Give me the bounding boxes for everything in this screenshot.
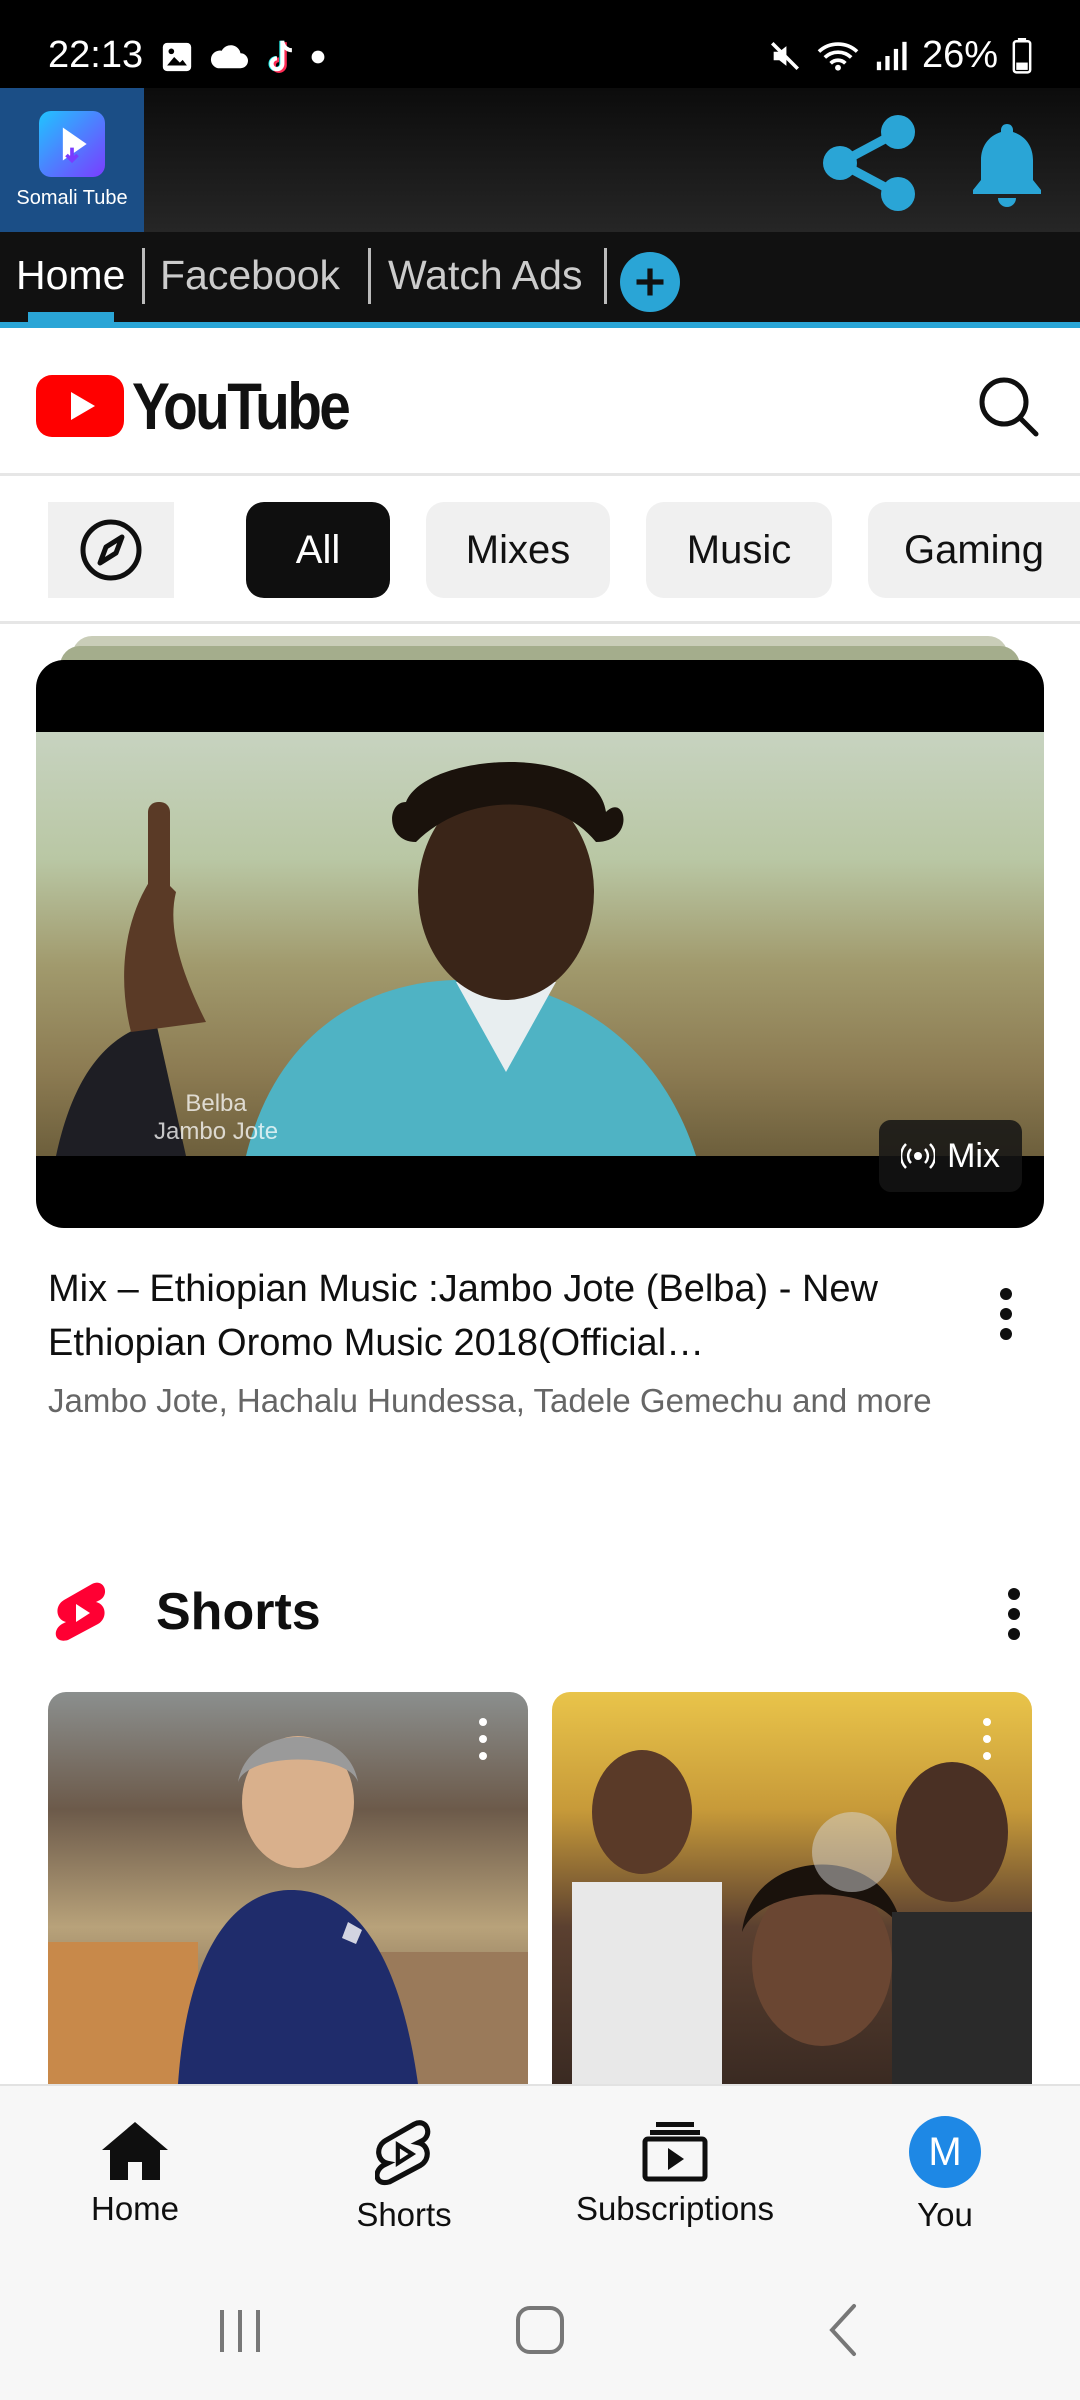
search-icon[interactable] (972, 370, 1044, 442)
shorts-header: Shorts (48, 1572, 1038, 1652)
app-logo-text: Somali Tube (16, 186, 128, 209)
avatar: M (909, 2116, 981, 2188)
shorts-icon (375, 2120, 431, 2186)
tab-home[interactable]: Home (16, 252, 125, 299)
short-thumbnail (572, 1750, 1032, 2084)
plus-icon (636, 268, 664, 296)
home-button-icon[interactable] (500, 2290, 580, 2370)
video-thumbnail[interactable]: Belba Jambo Jote Mix (36, 660, 1044, 1228)
youtube-logo-text: YouTube (132, 369, 351, 443)
video-title[interactable]: Mix – Ethiopian Music :Jambo Jote (Belba… (48, 1262, 928, 1370)
more-vert-icon[interactable] (982, 1716, 992, 1762)
chip-music[interactable]: Music (646, 502, 832, 598)
tab-watch-ads[interactable]: Watch Ads (388, 252, 582, 299)
system-nav-bar (0, 2254, 1080, 2400)
signal-icon (876, 41, 907, 70)
caption-line-1: Belba (185, 1090, 247, 1117)
chip-all[interactable]: All (246, 502, 390, 598)
bell-icon[interactable] (960, 116, 1054, 210)
app-bar: Somali Tube (0, 88, 1080, 232)
nav-you[interactable]: M You (825, 2116, 1065, 2234)
more-vert-icon[interactable] (478, 1716, 488, 1762)
share-icon[interactable] (812, 108, 922, 218)
filter-chips: All Mixes Music Gaming (0, 476, 1080, 624)
mute-icon (770, 41, 799, 70)
caption-line-2: Jambo Jote (154, 1118, 279, 1145)
status-time: 22:13 (48, 34, 144, 76)
explore-chip[interactable] (48, 502, 174, 598)
add-tab-button[interactable] (620, 252, 680, 312)
more-vert-icon[interactable] (982, 1284, 1030, 1344)
thumbnail-caption: Belba Jambo Jote (154, 1090, 278, 1146)
dot-icon (311, 50, 325, 64)
cloud-icon (210, 45, 248, 69)
short-thumbnail (48, 1736, 528, 2084)
youtube-play-icon (36, 375, 124, 437)
short-card[interactable] (552, 1692, 1032, 2084)
youtube-logo[interactable]: YouTube (36, 368, 384, 444)
tabs-underline (0, 322, 1080, 328)
broadcast-icon (901, 1143, 936, 1169)
wifi-icon (817, 41, 859, 71)
bottom-nav: Home Shorts Subscriptions M You (0, 2084, 1080, 2254)
tab-divider (368, 248, 371, 304)
back-icon[interactable] (804, 2290, 884, 2370)
play-download-icon (39, 110, 105, 177)
compass-icon (80, 519, 142, 581)
mix-badge: Mix (879, 1120, 1022, 1192)
more-vert-icon[interactable] (990, 1584, 1038, 1644)
home-icon (102, 2122, 168, 2180)
status-right: 26% (768, 34, 1032, 77)
mix-badge-label: Mix (947, 1136, 1000, 1175)
nav-label: You (917, 2196, 973, 2233)
gallery-icon (162, 42, 192, 72)
nav-label: Shorts (356, 2196, 452, 2233)
recents-icon[interactable] (200, 2290, 280, 2370)
battery-percent: 26% (921, 34, 998, 76)
nav-label: Home (90, 2190, 180, 2227)
status-left-icons (160, 38, 326, 76)
battery-icon (1012, 37, 1032, 74)
nav-home[interactable]: Home (15, 2120, 255, 2228)
shorts-title: Shorts (156, 1583, 321, 1641)
nav-label: Subscriptions (575, 2190, 775, 2227)
tab-facebook[interactable]: Facebook (160, 252, 340, 299)
chip-gaming[interactable]: Gaming (868, 502, 1080, 598)
status-bar: 22:13 26% (0, 0, 1080, 88)
thumbnail-image: Belba Jambo Jote (36, 732, 1044, 1156)
youtube-header: YouTube (0, 334, 1080, 476)
nav-subscriptions[interactable]: Subscriptions (555, 2120, 795, 2228)
top-tabs: Home Facebook Watch Ads (0, 232, 1080, 328)
mix-video-card[interactable]: Belba Jambo Jote Mix (36, 636, 1044, 1228)
app-logo[interactable]: Somali Tube (0, 88, 144, 232)
nav-shorts[interactable]: Shorts (284, 2120, 524, 2234)
video-meta: Jambo Jote, Hachalu Hundessa, Tadele Gem… (48, 1382, 932, 1419)
tiktok-icon (268, 40, 293, 73)
chip-mixes[interactable]: Mixes (426, 502, 610, 598)
tab-divider (604, 248, 607, 304)
tab-indicator (28, 312, 114, 322)
tab-divider (142, 248, 145, 304)
shorts-logo-icon (55, 1582, 106, 1641)
short-card[interactable] (48, 1692, 528, 2084)
subscriptions-icon (642, 2122, 708, 2182)
